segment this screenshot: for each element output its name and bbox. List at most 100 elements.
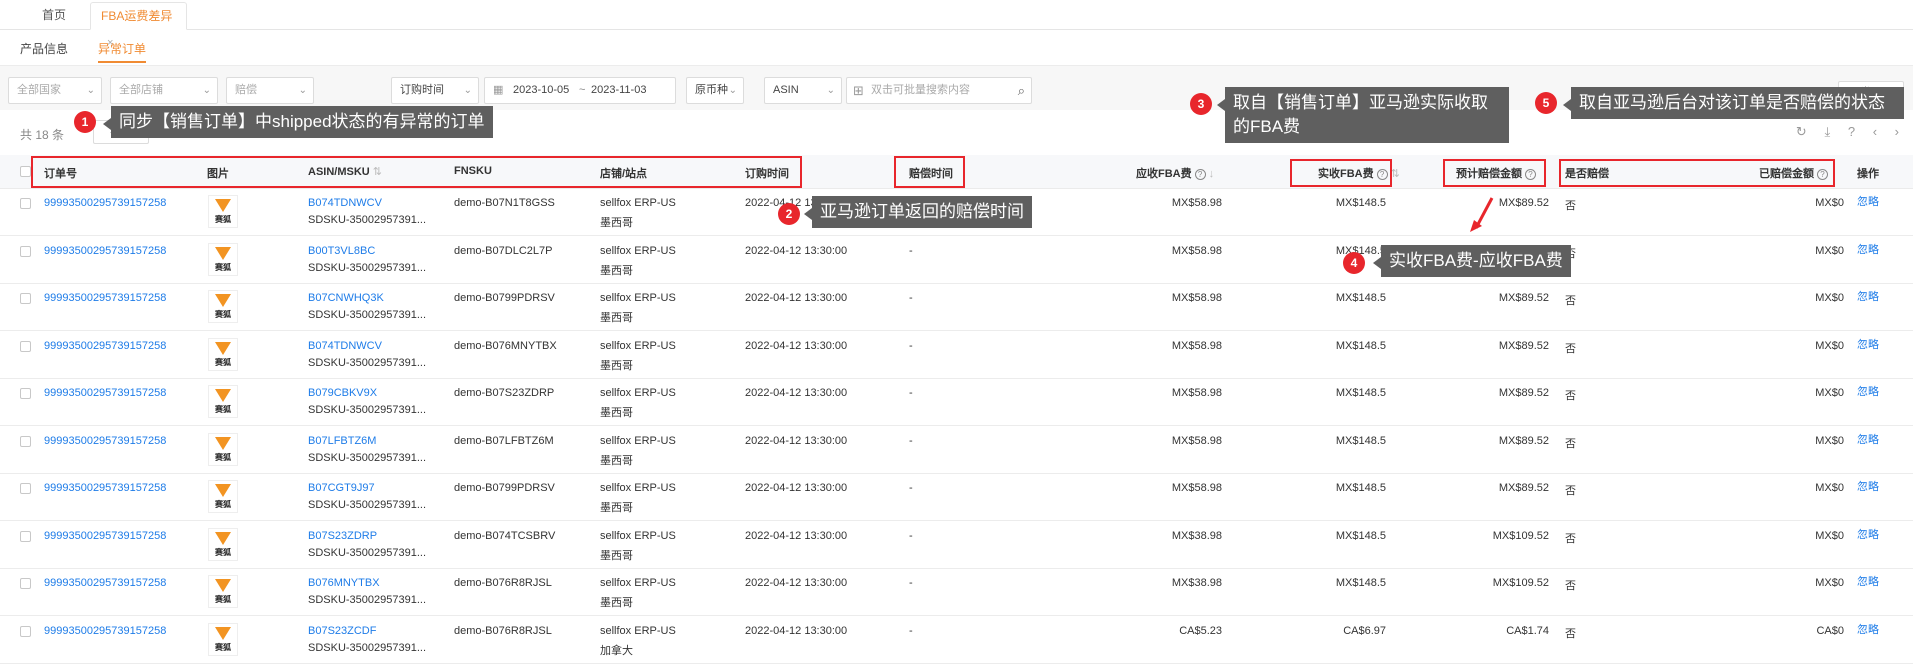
expected-fee-value: MX$58.98 — [1171, 387, 1222, 399]
store-select[interactable]: 全部店铺 ⌄ — [110, 77, 218, 104]
msku-text: SDSKU-35002957391... — [308, 641, 427, 654]
table-row: 99993500295739157258 赛狐 B07S23ZCDF SDSKU-35… — [0, 617, 1913, 664]
select-all-checkbox[interactable] — [20, 166, 31, 177]
ignore-link[interactable]: 忽略 — [1857, 478, 1879, 494]
row-checkbox[interactable] — [20, 198, 31, 209]
store-text: sellfox ERP-US — [600, 339, 676, 352]
ignore-link[interactable]: 忽略 — [1857, 526, 1879, 542]
is-comp-value: 否 — [1565, 437, 1576, 450]
order-id-link[interactable]: 99993500295739157258 — [44, 387, 166, 399]
asin-link[interactable]: B074TDNWCV — [308, 197, 382, 209]
currency-select[interactable]: 原币种 ⌄ — [686, 77, 744, 104]
order-id-link[interactable]: 99993500295739157258 — [44, 245, 166, 257]
store-text: sellfox ERP-US — [600, 529, 676, 542]
asin-link[interactable]: B076MNYTBX — [308, 577, 380, 589]
ignore-link[interactable]: 忽略 — [1857, 621, 1879, 637]
expected-fee-value: MX$58.98 — [1171, 244, 1222, 257]
ignore-link[interactable]: 忽略 — [1857, 288, 1879, 304]
time-type-select[interactable]: 订购时间 ⌄ — [391, 77, 479, 104]
store-text: sellfox ERP-US — [600, 292, 676, 304]
row-checkbox[interactable] — [20, 578, 31, 589]
est-comp-value: CA$1.74 — [1506, 624, 1549, 637]
expected-fee-value: MX$58.98 — [1171, 197, 1222, 209]
asin-link[interactable]: B07LFBTZ6M — [308, 435, 376, 447]
site-text: 加拿大 — [600, 644, 633, 657]
compensation-select-value: 赔偿 — [235, 84, 257, 96]
fnsku-text: demo-B074TCSBRV — [454, 529, 556, 542]
store-text: sellfox ERP-US — [600, 387, 676, 399]
next-page-icon[interactable]: › — [1895, 124, 1899, 139]
fox-logo-icon — [215, 294, 231, 307]
refresh-icon[interactable]: ↻ — [1796, 124, 1807, 139]
est-comp-value: MX$89.52 — [1498, 339, 1549, 352]
actual-fee-value: MX$148.5 — [1335, 434, 1386, 447]
fnsku-text: demo-B076R8RJSL — [454, 577, 552, 589]
tab-fba-fee-diff[interactable]: FBA运费差异× — [90, 2, 187, 49]
ignore-link[interactable]: 忽略 — [1857, 431, 1879, 447]
subtab-abnormal-orders[interactable]: 异常订单 — [98, 40, 147, 63]
row-checkbox[interactable] — [20, 530, 31, 542]
row-checkbox[interactable] — [20, 245, 31, 257]
search-input[interactable]: ⊞ 双击可批量搜索内容 ⌕ — [846, 77, 1032, 104]
asin-link[interactable]: B00T3VL8BC — [308, 245, 375, 257]
search-field-select[interactable]: ASIN ⌄ — [764, 77, 842, 104]
chevron-down-icon: ⌄ — [463, 85, 472, 96]
subtab-product-info[interactable]: 产品信息 — [20, 40, 68, 57]
order-id-link[interactable]: 99993500295739157258 — [44, 292, 166, 304]
asin-link[interactable]: B079CBKV9X — [308, 387, 377, 399]
ignore-link[interactable]: 忽略 — [1857, 336, 1879, 352]
product-thumbnail: 赛狐 — [208, 385, 238, 418]
compensation-select[interactable]: 赔偿 ⌄ — [226, 77, 314, 104]
search-icon[interactable]: ⌕ — [1018, 78, 1025, 103]
order-id-link[interactable]: 99993500295739157258 — [44, 577, 166, 589]
comp-time-text: - — [909, 577, 913, 589]
help-icon[interactable]: ? — [1848, 124, 1855, 139]
sort-icon[interactable]: ↓ — [1209, 168, 1215, 180]
comp-amount-value: MX$0 — [1815, 529, 1844, 542]
order-id-link[interactable]: 99993500295739157258 — [44, 340, 166, 352]
ignore-link[interactable]: 忽略 — [1857, 193, 1879, 209]
asin-link[interactable]: B074TDNWCV — [308, 340, 382, 352]
product-thumbnail: 赛狐 — [208, 337, 238, 371]
row-checkbox[interactable] — [20, 435, 31, 447]
prev-page-icon[interactable]: ‹ — [1873, 124, 1877, 139]
row-checkbox[interactable] — [20, 388, 31, 399]
batch-grid-icon[interactable]: ⊞ — [853, 83, 864, 99]
msku-text: SDSKU-35002957391... — [308, 261, 427, 274]
thumbnail-label: 赛狐 — [215, 310, 231, 319]
thumbnail-label: 赛狐 — [215, 262, 231, 272]
order-id-link[interactable]: 99993500295739157258 — [44, 482, 166, 494]
row-checkbox[interactable] — [20, 483, 31, 494]
row-checkbox[interactable] — [20, 625, 31, 637]
order-time-text: 2022-04-12 13:30:00 — [745, 529, 848, 542]
ignore-link[interactable]: 忽略 — [1857, 383, 1879, 399]
ignore-link[interactable]: 忽略 — [1857, 573, 1879, 589]
country-select[interactable]: 全部国家 ⌄ — [8, 77, 102, 104]
annotation-badge-1: 1 — [74, 111, 96, 133]
order-id-link[interactable]: 99993500295739157258 — [44, 197, 166, 209]
row-checkbox[interactable] — [20, 340, 31, 352]
asin-link[interactable]: B07CNWHQ3K — [308, 292, 384, 304]
row-checkbox[interactable] — [20, 293, 31, 304]
table-row: 99993500295739157258 赛狐 B07CNWHQ3K SDSKU-35… — [0, 284, 1913, 331]
is-comp-value: 否 — [1565, 627, 1576, 640]
est-comp-value: MX$89.52 — [1498, 387, 1549, 399]
col-expected-fee[interactable]: 应收FBA费? ↓ — [1136, 165, 1214, 181]
chevron-down-icon: ⌄ — [86, 85, 95, 96]
annotation-callout-1: 同步【销售订单】中shipped状态的有异常的订单 — [103, 106, 493, 138]
order-id-link[interactable]: 99993500295739157258 — [44, 435, 166, 447]
asin-link[interactable]: B07S23ZCDF — [308, 625, 376, 637]
order-id-link[interactable]: 99993500295739157258 — [44, 625, 166, 637]
comp-amount-value: MX$0 — [1815, 339, 1844, 352]
download-icon[interactable]: ⤓ — [1824, 124, 1830, 139]
ignore-link[interactable]: 忽略 — [1857, 241, 1879, 257]
order-id-link[interactable]: 99993500295739157258 — [44, 530, 166, 542]
actual-fee-value: MX$148.5 — [1335, 482, 1386, 494]
asin-link[interactable]: B07S23ZDRP — [308, 530, 377, 542]
date-range-picker[interactable]: ▦ 2023-10-05 ~ 2023-11-03 — [484, 77, 676, 104]
help-icon[interactable]: ? — [1194, 169, 1206, 180]
tab-home[interactable]: 首页 — [28, 2, 80, 30]
is-comp-value: 否 — [1565, 485, 1576, 497]
order-time-text: 2022-04-12 13:30:00 — [745, 339, 848, 352]
asin-link[interactable]: B07CGT9J97 — [308, 482, 375, 494]
